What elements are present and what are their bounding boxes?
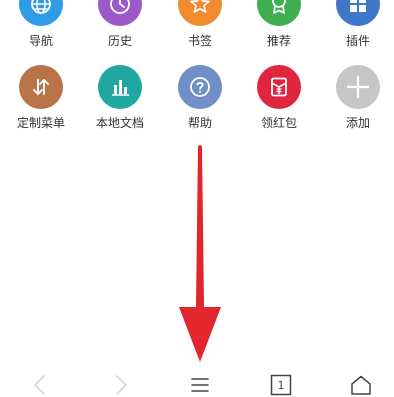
menu-grid-row-1: 导航 历史 书签 推荐 插件: [0, 0, 394, 48]
menu-item-label: 帮助: [187, 116, 212, 130]
menu-item-label: 定制菜单: [16, 116, 65, 130]
question-icon: [178, 65, 222, 109]
bottom-toolbar: 1: [0, 364, 394, 397]
menu-item-local-documents[interactable]: 本地文档: [84, 65, 156, 130]
menu-item-history[interactable]: 历史: [84, 0, 156, 48]
home-button[interactable]: [346, 372, 376, 397]
chevron-left-icon: [34, 375, 45, 395]
menu-item-customize-menu[interactable]: 定制菜单: [5, 65, 77, 130]
home-icon: [351, 375, 371, 395]
menu-item-label: 领红包: [260, 116, 297, 130]
menu-item-help[interactable]: 帮助: [164, 65, 236, 130]
star-icon: [178, 0, 222, 26]
menu-item-add[interactable]: 添加: [322, 65, 394, 130]
grid-icon: [336, 0, 380, 26]
tabs-button[interactable]: 1: [266, 372, 296, 397]
tab-count: 1: [277, 378, 285, 392]
forward-button[interactable]: [106, 372, 136, 397]
plus-icon: [336, 65, 380, 109]
menu-item-label: 推荐: [266, 34, 291, 48]
menu-button[interactable]: [185, 372, 215, 397]
menu-item-label: 本地文档: [95, 116, 144, 130]
award-icon: [257, 0, 301, 26]
menu-item-bookmarks[interactable]: 书签: [164, 0, 236, 48]
menu-item-label: 历史: [107, 34, 132, 48]
down-arrow-annotation-icon: [179, 145, 221, 362]
bar-chart-icon: [98, 65, 142, 109]
menu-item-recommend[interactable]: 推荐: [243, 0, 315, 48]
menu-item-label: 导航: [28, 34, 53, 48]
sort-arrows-icon: [19, 65, 63, 109]
menu-grid-row-2: 定制菜单 本地文档 帮助 领红包 添加: [0, 65, 394, 130]
back-button[interactable]: [25, 372, 55, 397]
globe-icon: [19, 0, 63, 26]
red-envelope-icon: [257, 65, 301, 109]
menu-item-label: 书签: [187, 34, 212, 48]
menu-item-label: 插件: [345, 34, 370, 48]
clock-icon: [98, 0, 142, 26]
menu-item-navigation[interactable]: 导航: [5, 0, 77, 48]
browser-menu-panel: 导航 历史 书签 推荐 插件 定制菜单 本地文档 帮助 领红包 添加 1: [0, 0, 394, 397]
menu-item-plugins[interactable]: 插件: [322, 0, 394, 48]
chevron-right-icon: [116, 375, 127, 395]
hamburger-menu-icon: [191, 378, 209, 392]
menu-item-label: 添加: [345, 116, 370, 130]
menu-item-red-envelope[interactable]: 领红包: [243, 65, 315, 130]
